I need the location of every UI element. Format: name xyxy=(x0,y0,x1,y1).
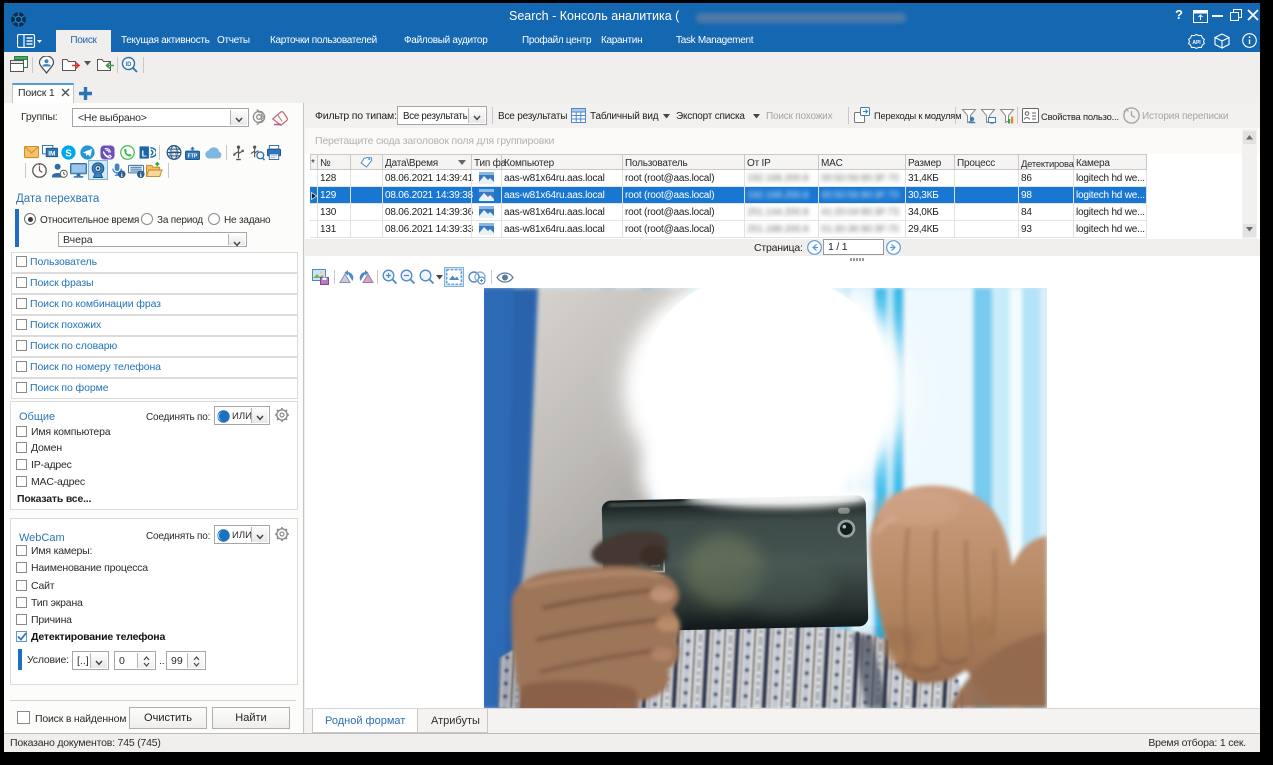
svg-text:L: L xyxy=(142,148,147,158)
svg-text:S: S xyxy=(65,148,72,159)
svg-text:HTTP: HTTP xyxy=(169,150,180,155)
svg-text:i: i xyxy=(140,172,142,179)
svg-text:FTP: FTP xyxy=(188,154,198,160)
svg-text:i: i xyxy=(121,172,123,179)
svg-text:API: API xyxy=(1192,40,1201,46)
svg-text:IM: IM xyxy=(48,150,55,157)
svg-text:ID: ID xyxy=(126,62,133,68)
